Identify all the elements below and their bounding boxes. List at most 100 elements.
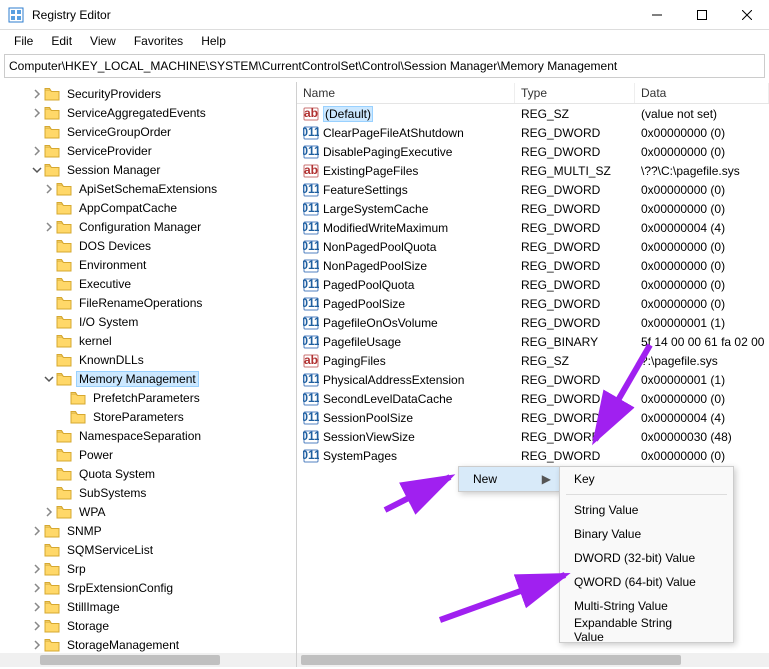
tree-node[interactable]: DOS Devices: [2, 236, 296, 255]
value-row[interactable]: abExistingPageFilesREG_MULTI_SZ\??\C:\pa…: [297, 161, 769, 180]
menu-view[interactable]: View: [82, 32, 124, 50]
value-row[interactable]: 011FeatureSettingsREG_DWORD0x00000000 (0…: [297, 180, 769, 199]
context-menu-new[interactable]: New ▶: [459, 467, 559, 491]
expander-icon[interactable]: [30, 87, 44, 101]
expander-icon[interactable]: [30, 581, 44, 595]
list-horizontal-scrollbar[interactable]: [297, 653, 769, 667]
context-submenu-item[interactable]: Binary Value: [560, 522, 733, 546]
context-submenu-item[interactable]: String Value: [560, 498, 733, 522]
value-row[interactable]: 011PagedPoolSizeREG_DWORD0x00000000 (0): [297, 294, 769, 313]
expander-icon[interactable]: [42, 505, 56, 519]
expander-icon[interactable]: [42, 258, 56, 272]
value-row[interactable]: 011PagedPoolQuotaREG_DWORD0x00000000 (0): [297, 275, 769, 294]
expander-icon[interactable]: [30, 638, 44, 652]
menu-edit[interactable]: Edit: [43, 32, 80, 50]
tree-node[interactable]: KnownDLLs: [2, 350, 296, 369]
tree-node[interactable]: NamespaceSeparation: [2, 426, 296, 445]
expander-icon[interactable]: [42, 334, 56, 348]
expander-icon[interactable]: [30, 163, 44, 177]
value-row[interactable]: 011LargeSystemCacheREG_DWORD0x00000000 (…: [297, 199, 769, 218]
context-submenu-item[interactable]: DWORD (32-bit) Value: [560, 546, 733, 570]
tree-node[interactable]: FileRenameOperations: [2, 293, 296, 312]
minimize-button[interactable]: [634, 0, 679, 30]
expander-icon[interactable]: [42, 315, 56, 329]
context-submenu-item[interactable]: Multi-String Value: [560, 594, 733, 618]
menu-favorites[interactable]: Favorites: [126, 32, 191, 50]
tree-node[interactable]: Srp: [2, 559, 296, 578]
context-submenu-item[interactable]: Expandable String Value: [560, 618, 733, 642]
expander-icon[interactable]: [42, 353, 56, 367]
tree-node[interactable]: ServiceAggregatedEvents: [2, 103, 296, 122]
tree-node[interactable]: StoreParameters: [2, 407, 296, 426]
tree-node[interactable]: Quota System: [2, 464, 296, 483]
expander-icon[interactable]: [30, 543, 44, 557]
tree-node[interactable]: I/O System: [2, 312, 296, 331]
tree-node[interactable]: SecurityProviders: [2, 84, 296, 103]
expander-icon[interactable]: [42, 220, 56, 234]
value-row[interactable]: 011PagefileUsageREG_BINARY5f 14 00 00 61…: [297, 332, 769, 351]
value-row[interactable]: 011SecondLevelDataCacheREG_DWORD0x000000…: [297, 389, 769, 408]
expander-icon[interactable]: [30, 619, 44, 633]
tree-node[interactable]: SrpExtensionConfig: [2, 578, 296, 597]
tree-node[interactable]: ApiSetSchemaExtensions: [2, 179, 296, 198]
registry-tree[interactable]: SecurityProvidersServiceAggregatedEvents…: [0, 82, 296, 653]
menu-file[interactable]: File: [6, 32, 41, 50]
value-row[interactable]: 011SessionViewSizeREG_DWORD0x00000030 (4…: [297, 427, 769, 446]
tree-node[interactable]: AppCompatCache: [2, 198, 296, 217]
value-row[interactable]: 011SystemPagesREG_DWORD0x00000000 (0): [297, 446, 769, 465]
value-row[interactable]: 011DisablePagingExecutiveREG_DWORD0x0000…: [297, 142, 769, 161]
tree-node[interactable]: ServiceProvider: [2, 141, 296, 160]
expander-icon[interactable]: [42, 239, 56, 253]
tree-node[interactable]: SubSystems: [2, 483, 296, 502]
expander-icon[interactable]: [30, 106, 44, 120]
tree-node[interactable]: WPA: [2, 502, 296, 521]
tree-node[interactable]: StorageManagement: [2, 635, 296, 653]
expander-icon[interactable]: [30, 144, 44, 158]
tree-node[interactable]: Executive: [2, 274, 296, 293]
expander-icon[interactable]: [42, 201, 56, 215]
address-bar[interactable]: Computer\HKEY_LOCAL_MACHINE\SYSTEM\Curre…: [4, 54, 765, 78]
tree-node[interactable]: Power: [2, 445, 296, 464]
context-submenu-item[interactable]: Key: [560, 467, 733, 491]
expander-icon[interactable]: [30, 562, 44, 576]
value-row[interactable]: 011ClearPageFileAtShutdownREG_DWORD0x000…: [297, 123, 769, 142]
column-name[interactable]: Name: [297, 83, 515, 103]
column-data[interactable]: Data: [635, 83, 769, 103]
expander-icon[interactable]: [42, 448, 56, 462]
expander-icon[interactable]: [42, 486, 56, 500]
menu-help[interactable]: Help: [193, 32, 234, 50]
expander-icon[interactable]: [56, 410, 70, 424]
context-submenu-item[interactable]: QWORD (64-bit) Value: [560, 570, 733, 594]
expander-icon[interactable]: [42, 467, 56, 481]
tree-node[interactable]: Session Manager: [2, 160, 296, 179]
close-button[interactable]: [724, 0, 769, 30]
value-row[interactable]: 011PhysicalAddressExtensionREG_DWORD0x00…: [297, 370, 769, 389]
expander-icon[interactable]: [42, 182, 56, 196]
value-row[interactable]: 011NonPagedPoolQuotaREG_DWORD0x00000000 …: [297, 237, 769, 256]
tree-node[interactable]: SNMP: [2, 521, 296, 540]
value-row[interactable]: abPagingFilesREG_SZ?:\pagefile.sys: [297, 351, 769, 370]
expander-icon[interactable]: [42, 372, 56, 386]
expander-icon[interactable]: [56, 391, 70, 405]
tree-horizontal-scrollbar[interactable]: [0, 653, 296, 667]
maximize-button[interactable]: [679, 0, 724, 30]
tree-node[interactable]: Configuration Manager: [2, 217, 296, 236]
expander-icon[interactable]: [42, 429, 56, 443]
tree-node[interactable]: kernel: [2, 331, 296, 350]
column-type[interactable]: Type: [515, 83, 635, 103]
expander-icon[interactable]: [42, 296, 56, 310]
value-row[interactable]: 011PagefileOnOsVolumeREG_DWORD0x00000001…: [297, 313, 769, 332]
tree-node[interactable]: Environment: [2, 255, 296, 274]
tree-node[interactable]: Memory Management: [2, 369, 296, 388]
expander-icon[interactable]: [30, 524, 44, 538]
tree-node[interactable]: ServiceGroupOrder: [2, 122, 296, 141]
value-row[interactable]: 011SessionPoolSizeREG_DWORD0x00000004 (4…: [297, 408, 769, 427]
tree-node[interactable]: StillImage: [2, 597, 296, 616]
expander-icon[interactable]: [30, 600, 44, 614]
value-row[interactable]: 011NonPagedPoolSizeREG_DWORD0x00000000 (…: [297, 256, 769, 275]
tree-node[interactable]: SQMServiceList: [2, 540, 296, 559]
expander-icon[interactable]: [30, 125, 44, 139]
value-row[interactable]: ab(Default)REG_SZ(value not set): [297, 104, 769, 123]
tree-node[interactable]: PrefetchParameters: [2, 388, 296, 407]
value-row[interactable]: 011ModifiedWriteMaximumREG_DWORD0x000000…: [297, 218, 769, 237]
